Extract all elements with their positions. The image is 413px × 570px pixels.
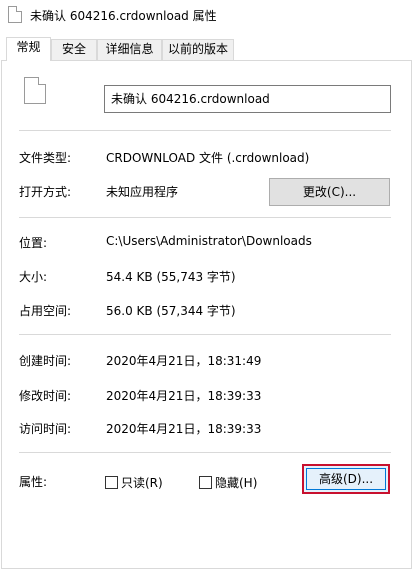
attributes-label: 属性: xyxy=(19,475,48,489)
file-type-icon xyxy=(24,77,46,104)
location-value: C:\Users\Administrator\Downloads xyxy=(106,234,312,248)
opens-with-label: 打开方式: xyxy=(19,185,72,199)
window-title: 未确认 604216.crdownload 属性 xyxy=(30,9,217,23)
file-type-value: CRDOWNLOAD 文件 (.crdownload) xyxy=(106,151,310,165)
file-icon xyxy=(8,6,22,23)
readonly-checkbox[interactable]: 只读(R) xyxy=(105,474,163,491)
accessed-label: 访问时间: xyxy=(19,422,72,436)
size-label: 大小: xyxy=(19,270,48,284)
divider xyxy=(19,334,391,335)
readonly-label: 只读(R) xyxy=(121,476,163,490)
file-name-field[interactable]: 未确认 604216.crdownload xyxy=(104,85,391,113)
tab-security[interactable]: 安全 xyxy=(51,39,97,60)
size-on-disk-label: 占用空间: xyxy=(19,304,72,318)
size-value: 54.4 KB (55,743 字节) xyxy=(106,270,236,284)
advanced-button-label: 高级(D)... xyxy=(306,468,386,490)
size-on-disk-value: 56.0 KB (57,344 字节) xyxy=(106,304,236,318)
hidden-label: 隐藏(H) xyxy=(215,476,258,490)
created-value: 2020年4月21日，18:31:49 xyxy=(106,354,262,368)
tab-general[interactable]: 常规 xyxy=(6,37,51,61)
opens-with-value: 未知应用程序 xyxy=(106,185,179,199)
hidden-checkbox[interactable]: 隐藏(H) xyxy=(199,474,257,491)
modified-label: 修改时间: xyxy=(19,389,72,403)
divider xyxy=(19,130,391,131)
tab-previous-versions[interactable]: 以前的版本 xyxy=(162,39,234,60)
change-button[interactable]: 更改(C)... xyxy=(269,178,390,206)
readonly-checkbox-box[interactable] xyxy=(105,476,118,489)
advanced-button[interactable]: 高级(D)... xyxy=(302,464,390,494)
created-label: 创建时间: xyxy=(19,354,72,368)
divider xyxy=(19,452,391,453)
title-bar: 未确认 604216.crdownload 属性 xyxy=(0,0,413,30)
tab-strip: 常规 安全 详细信息 以前的版本 xyxy=(0,37,413,61)
divider xyxy=(19,217,391,218)
modified-value: 2020年4月21日，18:39:33 xyxy=(106,389,262,403)
hidden-checkbox-box[interactable] xyxy=(199,476,212,489)
tab-details[interactable]: 详细信息 xyxy=(97,39,162,60)
location-label: 位置: xyxy=(19,236,48,250)
accessed-value: 2020年4月21日，18:39:33 xyxy=(106,422,262,436)
file-type-label: 文件类型: xyxy=(19,151,72,165)
